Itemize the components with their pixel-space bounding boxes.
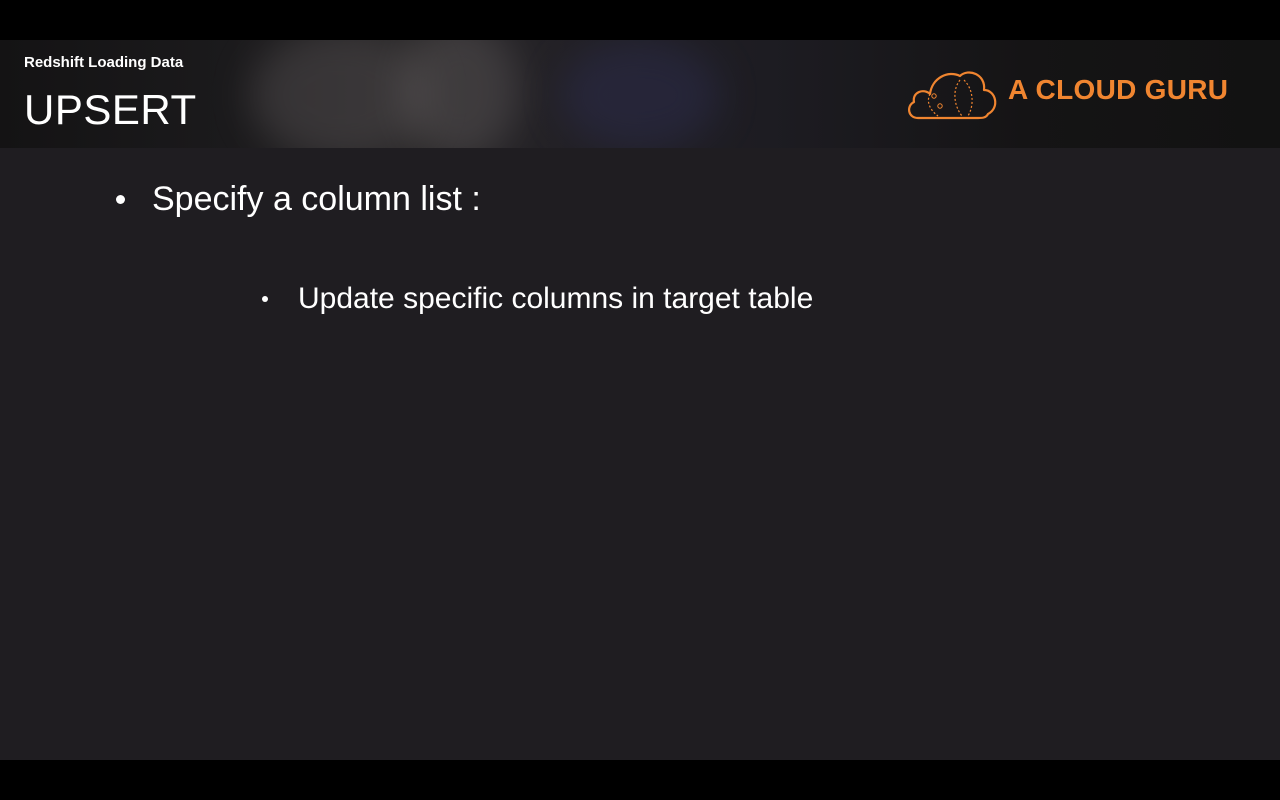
brand-logo: A CLOUD GURU: [904, 66, 1244, 122]
letterbox-top: [0, 0, 1280, 40]
slide: Redshift Loading Data UPSERT A CLOUD GUR…: [0, 40, 1280, 760]
bullet-item-level2: Update specific columns in target table: [262, 278, 813, 320]
slide-title: UPSERT: [24, 86, 197, 133]
bullet-dot-icon: [116, 194, 125, 204]
letterbox-bottom: [0, 760, 1280, 800]
brand-logo-text: A CLOUD GURU: [1008, 74, 1229, 105]
cloud-logo-icon: [908, 71, 997, 120]
header-photo-blur: [560, 40, 720, 148]
header-photo-blur: [400, 40, 520, 148]
slide-subtitle: Redshift Loading Data: [24, 54, 184, 71]
bullet-text-level1: Specify a column list :: [152, 179, 481, 218]
bullet-text-level2: Update specific columns in target table: [298, 282, 814, 315]
header-band: Redshift Loading Data UPSERT A CLOUD GUR…: [0, 40, 1280, 148]
bullet-dot-icon: [262, 296, 268, 302]
bullet-item-level1: Specify a column list :: [116, 176, 481, 222]
